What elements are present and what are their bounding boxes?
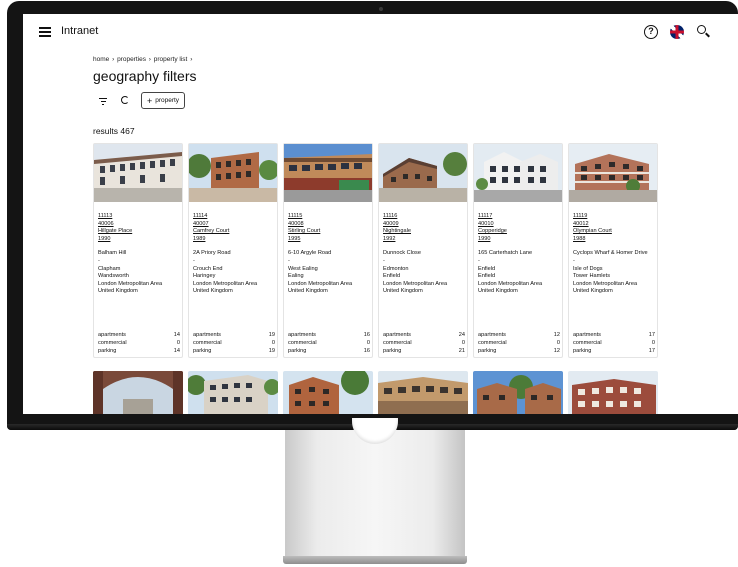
property-counts: apartments 14 commercial 0 parking 14 xyxy=(98,332,180,355)
search-icon[interactable] xyxy=(697,25,711,39)
property-photo[interactable] xyxy=(568,371,658,414)
apartments-count: 16 xyxy=(363,332,370,338)
camera-dot xyxy=(379,7,383,11)
property-counts: apartments 24 commercial 0 parking 21 xyxy=(383,332,465,355)
property-card[interactable]: 11115 40008 Stirling Court 1995 6-10 Arg… xyxy=(283,143,373,358)
property-name-link[interactable]: Camfrey Court xyxy=(193,228,275,236)
property-card-grid: 11113 40006 Hillgate Place 1990 Balham H… xyxy=(93,143,733,358)
monitor-stand-foot xyxy=(283,556,467,564)
page-title: geography filters xyxy=(93,68,197,84)
property-counts: apartments 19 commercial 0 parking 19 xyxy=(193,332,275,355)
property-photo[interactable] xyxy=(378,371,468,414)
commercial-count: 0 xyxy=(366,340,370,347)
property-photo xyxy=(474,144,562,202)
property-photo xyxy=(379,144,467,202)
property-address: 6-10 Argyle Road - West Ealing Ealing Lo… xyxy=(288,250,353,295)
commercial-count: 0 xyxy=(271,340,275,347)
results-count: results 467 xyxy=(93,126,135,136)
property-card[interactable]: 11119 40012 Olympian Court 1988 Cyclops … xyxy=(568,143,658,358)
add-property-button[interactable]: + property xyxy=(141,92,185,109)
apartments-count: 19 xyxy=(268,332,275,338)
add-property-label: property xyxy=(155,97,180,104)
property-id-link[interactable]: 11119 xyxy=(573,213,655,221)
property-id-link[interactable]: 11114 xyxy=(193,213,275,221)
property-code-link[interactable]: 40008 xyxy=(288,221,370,229)
breadcrumb-separator: › xyxy=(112,56,115,63)
property-card-grid-row-2 xyxy=(93,371,733,414)
breadcrumb-separator: › xyxy=(148,56,151,63)
property-photo[interactable] xyxy=(93,371,183,414)
property-name-link[interactable]: Nightingale xyxy=(383,228,465,236)
commercial-count: 0 xyxy=(461,340,465,347)
breadcrumb-property-list[interactable]: property list xyxy=(154,56,188,63)
property-name-link[interactable]: Hillgate Place xyxy=(98,228,180,236)
property-year-link[interactable]: 1988 xyxy=(573,236,655,244)
property-code-link[interactable]: 40010 xyxy=(478,221,560,229)
property-id-link[interactable]: 11116 xyxy=(383,213,465,221)
property-year-link[interactable]: 1990 xyxy=(478,236,560,244)
property-address: Cyclops Wharf & Homer Drive - Isle of Do… xyxy=(573,250,648,295)
apartments-count: 24 xyxy=(458,332,465,338)
breadcrumb-separator: › xyxy=(190,56,193,63)
filter-icon[interactable] xyxy=(99,97,107,105)
property-address: 2A Priory Road - Crouch End Haringey Lon… xyxy=(193,250,258,295)
language-flag-icon[interactable] xyxy=(670,25,684,39)
property-counts: apartments 12 commercial 0 parking 12 xyxy=(478,332,560,355)
breadcrumb-properties[interactable]: properties xyxy=(117,56,146,63)
property-counts: apartments 16 commercial 0 parking 16 xyxy=(288,332,370,355)
hamburger-menu-icon[interactable] xyxy=(39,27,51,37)
property-card[interactable]: 11116 40009 Nightingale 1992 Dunnock Clo… xyxy=(378,143,468,358)
property-photo xyxy=(94,144,182,202)
breadcrumb: home › properties › property list › xyxy=(93,56,193,63)
property-id-link[interactable]: 11117 xyxy=(478,213,560,221)
parking-count: 17 xyxy=(648,348,655,355)
property-photo xyxy=(189,144,277,202)
property-code-link[interactable]: 40006 xyxy=(98,221,180,229)
commercial-count: 0 xyxy=(651,340,655,347)
property-code-link[interactable]: 40009 xyxy=(383,221,465,229)
property-card[interactable]: 11117 40010 Copperidge 1990 165 Carterha… xyxy=(473,143,563,358)
commercial-count: 0 xyxy=(556,340,560,347)
apartments-count: 12 xyxy=(553,332,560,338)
property-photo[interactable] xyxy=(283,371,373,414)
property-code-link[interactable]: 40012 xyxy=(573,221,655,229)
property-photo xyxy=(284,144,372,202)
breadcrumb-home[interactable]: home xyxy=(93,56,109,63)
property-photo[interactable] xyxy=(473,371,563,414)
property-counts: apartments 17 commercial 0 parking 17 xyxy=(573,332,655,355)
apartments-count: 17 xyxy=(648,332,655,338)
property-card[interactable]: 11113 40006 Hillgate Place 1990 Balham H… xyxy=(93,143,183,358)
property-address: 165 Carterhatch Lane - Enfield Enfield L… xyxy=(478,250,543,295)
refresh-icon[interactable] xyxy=(121,96,129,104)
property-card[interactable]: 11114 40007 Camfrey Court 1989 2A Priory… xyxy=(188,143,278,358)
app-header: Intranet ? xyxy=(23,14,738,50)
property-year-link[interactable]: 1990 xyxy=(98,236,180,244)
app-title: Intranet xyxy=(61,25,99,37)
property-id-link[interactable]: 11113 xyxy=(98,213,180,221)
property-name-link[interactable]: Copperidge xyxy=(478,228,560,236)
help-icon[interactable]: ? xyxy=(644,25,658,39)
property-name-link[interactable]: Olympian Court xyxy=(573,228,655,236)
plus-icon: + xyxy=(146,95,153,106)
property-photo xyxy=(569,144,657,202)
commercial-count: 0 xyxy=(176,340,180,347)
property-year-link[interactable]: 1992 xyxy=(383,236,465,244)
property-photo[interactable] xyxy=(188,371,278,414)
apartments-count: 14 xyxy=(173,332,180,338)
property-address: Dunnock Close - Edmonton Enfield London … xyxy=(383,250,448,295)
parking-count: 14 xyxy=(173,348,180,355)
property-id-link[interactable]: 11115 xyxy=(288,213,370,221)
parking-count: 21 xyxy=(458,348,465,355)
property-year-link[interactable]: 1989 xyxy=(193,236,275,244)
parking-count: 16 xyxy=(363,348,370,355)
screen: Intranet ? home › properties › property … xyxy=(23,14,738,414)
monitor-stand xyxy=(285,430,465,558)
parking-count: 12 xyxy=(553,348,560,355)
parking-count: 19 xyxy=(268,348,275,355)
property-code-link[interactable]: 40007 xyxy=(193,221,275,229)
property-name-link[interactable]: Stirling Court xyxy=(288,228,370,236)
property-year-link[interactable]: 1995 xyxy=(288,236,370,244)
property-address: Balham Hill - Clapham Wandsworth London … xyxy=(98,250,163,295)
